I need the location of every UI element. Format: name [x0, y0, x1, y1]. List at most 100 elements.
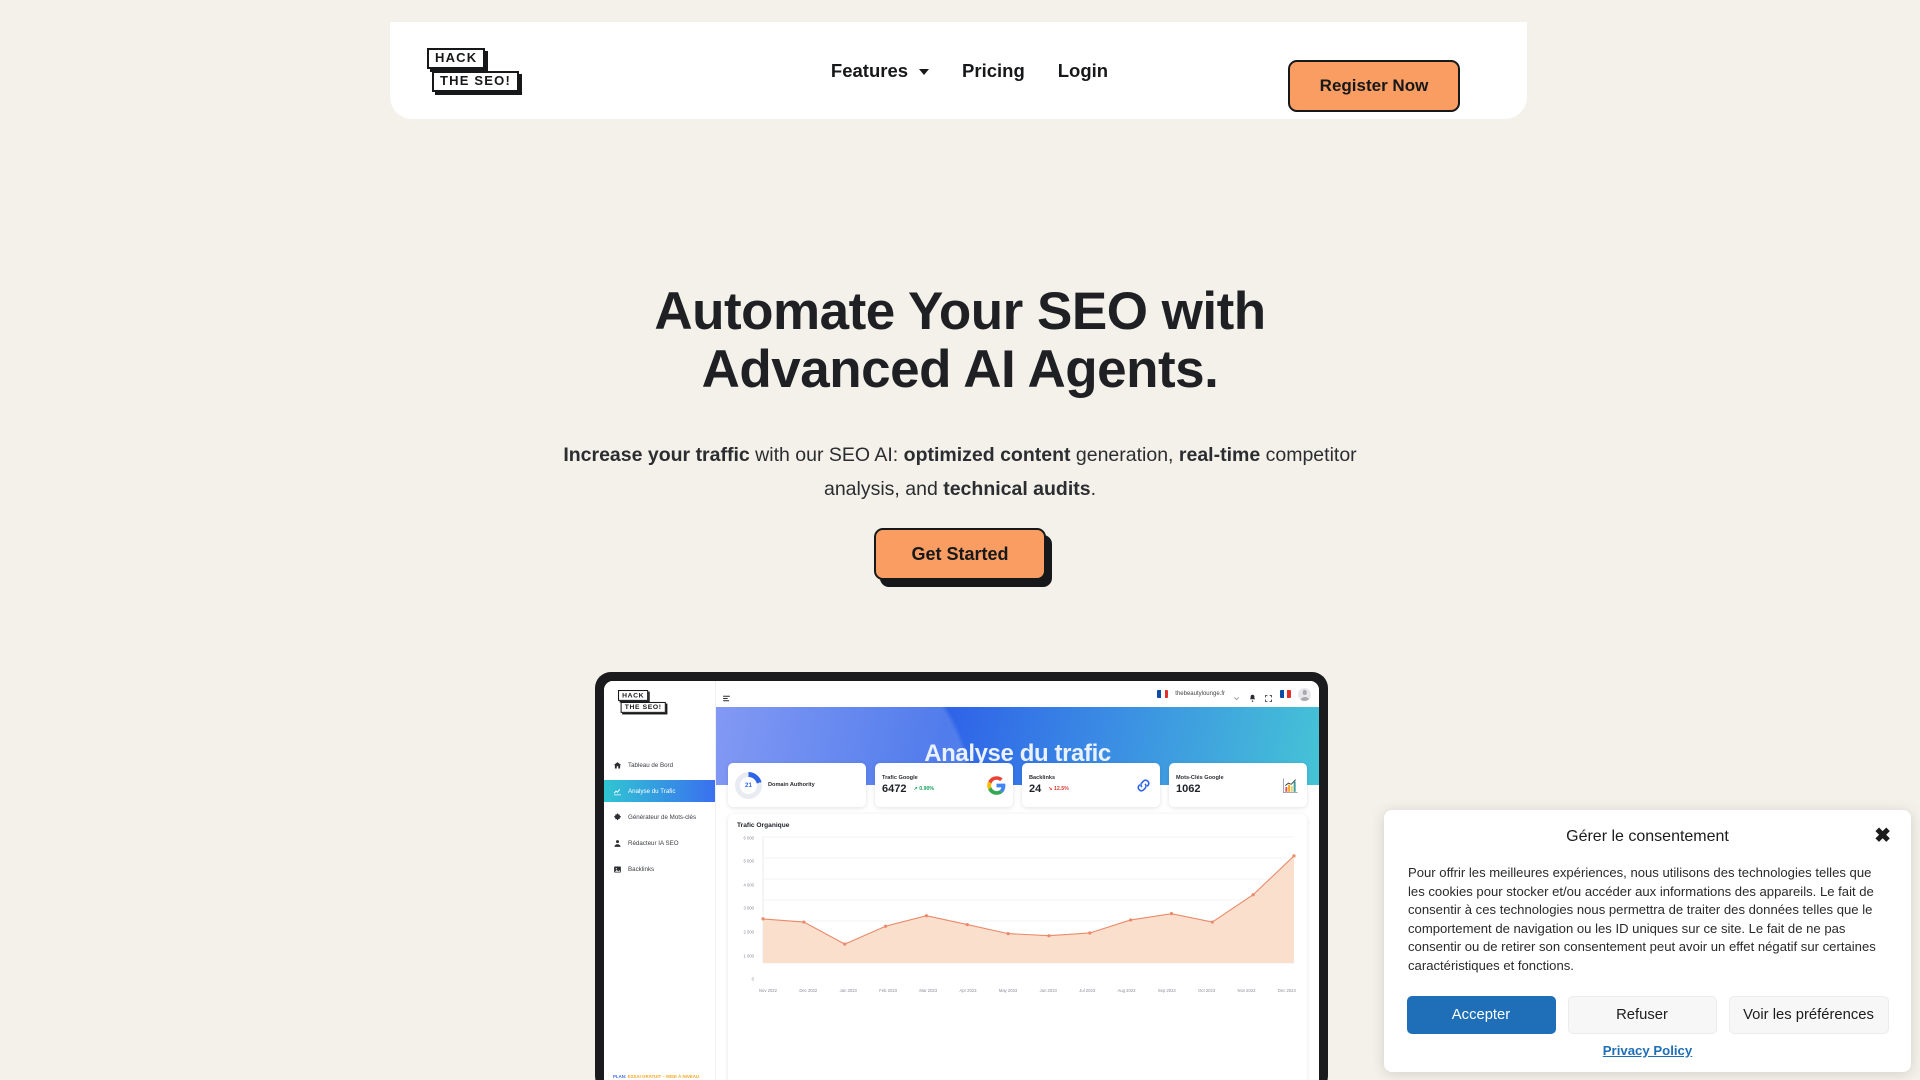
nav-item-login[interactable]: Login — [1058, 60, 1108, 82]
close-icon[interactable]: ✖ — [1874, 826, 1891, 846]
chart-data-point — [1292, 854, 1296, 858]
chart-x-tick: Nov 2023 — [1237, 988, 1256, 993]
nav-item-features[interactable]: Features — [830, 59, 930, 82]
chart-y-tick: 2 000 — [743, 929, 754, 935]
site-selector-label[interactable]: thebeautylounge.fr — [1175, 691, 1225, 697]
language-flag-icon[interactable] — [1280, 690, 1291, 698]
cookie-consent-body: Pour offrir les meilleures expériences, … — [1408, 865, 1876, 973]
fullscreen-icon[interactable] — [1264, 690, 1273, 702]
chart-y-tick: 6 000 — [743, 835, 754, 840]
refuse-button[interactable]: Refuser — [1567, 995, 1717, 1034]
dashboard-main: thebeautylounge.fr Analyse du trafic 21 … — [716, 681, 1319, 1080]
dashboard-logo[interactable]: HACK THE SEO! — [618, 690, 668, 713]
chart-data-point — [761, 917, 765, 921]
chart-x-tick: Mar 2023 — [919, 988, 938, 993]
kpi-value-2: 24 — [1029, 783, 1042, 795]
kpi-card-domain-authority[interactable]: 21 Domain Authority — [728, 763, 866, 807]
nav-item-pricing[interactable]: Pricing — [962, 60, 1025, 82]
chart-x-tick: Jul 2023 — [1079, 988, 1096, 993]
kpi-value-0: 21 — [745, 781, 752, 789]
sidebar-item-generateur-de-mots-cles[interactable]: Générateur de Mots-clés — [604, 806, 715, 828]
dashboard-logo-line-1: HACK — [618, 690, 649, 701]
chart-line-icon — [613, 787, 622, 796]
chart-data-point — [924, 914, 929, 918]
dashboard-topbar-right: thebeautylounge.fr — [1157, 687, 1311, 702]
site-header: HACK THE SEO! Features Pricing Login Reg… — [390, 22, 1527, 119]
get-started-button[interactable]: Get Started — [874, 528, 1046, 580]
image-icon — [613, 865, 622, 874]
hero-subtitle-part-1: with our SEO AI: — [749, 444, 904, 466]
chart-data-point — [843, 942, 847, 946]
kpi-value-1: 6472 — [882, 783, 907, 795]
plan-upgrade-note[interactable]: PLAN: ESSAI GRATUIT – MISE À NIVEAU MAIN… — [613, 1074, 709, 1080]
chart-title: Trafic Organique — [737, 822, 790, 829]
register-now-button[interactable]: Register Now — [1288, 60, 1460, 112]
chart-data-point — [1047, 934, 1051, 938]
hero-subtitle-part-7: . — [1090, 478, 1097, 500]
chart-x-tick: Dec 2022 — [799, 988, 818, 993]
chart-data-point — [1210, 920, 1214, 924]
accept-button[interactable]: Accepter — [1406, 995, 1556, 1034]
kpi-label-2: Backlinks — [1029, 775, 1056, 781]
nav-label-pricing: Pricing — [962, 59, 1025, 81]
dashboard-screen: HACK THE SEO! Tableau de Bord Analyse du… — [604, 681, 1319, 1080]
plan-prefix: PLAN: — [613, 1074, 627, 1079]
sidebar-label-2: Générateur de Mots-clés — [628, 813, 697, 821]
chart-x-tick: Dec 2023 — [1277, 988, 1296, 993]
chart-area-fill — [763, 855, 1294, 963]
cookie-consent-title: Gérer le consentement — [1566, 828, 1729, 845]
chart-y-tick: 1 000 — [743, 953, 754, 959]
hero-subtitle-part-2: optimized content — [903, 444, 1071, 466]
chart-x-tick: Aug 2023 — [1117, 988, 1136, 993]
puzzle-icon — [613, 812, 622, 822]
sidebar-item-analyse-du-trafic[interactable]: Analyse du Trafic — [604, 780, 715, 802]
sidebar-label-0: Tableau de Bord — [628, 761, 674, 769]
cookie-consent-title-row: Gérer le consentement ✖ — [1408, 826, 1891, 858]
cookie-consent-actions: Accepter Refuser Voir les préférences — [1406, 995, 1889, 1034]
chart-y-tick: 0 — [751, 976, 754, 982]
chart-x-tick: Sep 2023 — [1157, 988, 1176, 993]
dashboard-sidebar-items: Tableau de Bord Analyse du Trafic Généra… — [604, 754, 715, 880]
avatar[interactable] — [1298, 687, 1311, 701]
kpi-card-mots-cles-google[interactable]: Mots-Clés Google 1062 — [1169, 763, 1307, 807]
view-preferences-button[interactable]: Voir les préférences — [1728, 995, 1889, 1034]
chart-x-tick: Jun 2023 — [1039, 988, 1057, 993]
chart-y-tick: 3 000 — [743, 905, 754, 911]
kpi-delta-1: ↗ 0.90% — [913, 786, 934, 792]
chart-x-tick: Oct 2023 — [1198, 988, 1216, 993]
hero-subtitle-part-0: Increase your traffic — [563, 444, 750, 466]
privacy-policy-row: Privacy Policy — [1408, 1042, 1887, 1060]
kpi-cards: 21 Domain Authority Trafic Google 6472 ↗… — [728, 763, 1307, 807]
nav-label-features: Features — [830, 59, 909, 81]
hamburger-icon[interactable] — [722, 690, 731, 701]
chart-x-tick: Feb 2023 — [879, 988, 897, 993]
chart-x-tick: May 2023 — [998, 988, 1018, 993]
bell-icon[interactable] — [1248, 690, 1257, 702]
chart-data-point — [802, 920, 806, 924]
page-title: Automate Your SEO with Advanced AI Agent… — [410, 283, 1510, 399]
sidebar-item-tableau-de-bord[interactable]: Tableau de Bord — [604, 754, 715, 776]
kpi-card-trafic-google[interactable]: Trafic Google 6472 ↗ 0.90% — [875, 763, 1013, 807]
bar-chart-icon — [1281, 776, 1300, 795]
sidebar-item-redacteur-ia-seo[interactable]: Rédacteur IA SEO — [604, 832, 715, 854]
kpi-value-3: 1062 — [1176, 783, 1201, 795]
traffic-chart-card: Trafic Organique Nov 2022 Dec 2022 Jan 202… — [728, 814, 1307, 1080]
product-screenshot-mockup: HACK THE SEO! Tableau de Bord Analyse du… — [595, 672, 1328, 1080]
kpi-label-0: Domain Authority — [768, 782, 815, 788]
donut-gauge-icon: 21 — [735, 771, 762, 799]
chart-data-point — [883, 924, 888, 928]
hero-subtitle-part-6: technical audits — [943, 478, 1091, 500]
kpi-card-backlinks[interactable]: Backlinks 24 ↘ 12.5% — [1022, 763, 1160, 807]
home-icon — [613, 761, 622, 770]
chart-data-point — [1251, 893, 1255, 897]
chart-y-tick: 4 000 — [743, 882, 754, 888]
hero-title-line-2: Advanced AI Agents. — [701, 340, 1219, 399]
france-flag-icon — [1157, 690, 1169, 698]
chevron-down-icon[interactable] — [1232, 690, 1241, 700]
cookie-consent-dialog: Gérer le consentement ✖ Pour offrir les … — [1384, 810, 1911, 1072]
dashboard-sidebar: HACK THE SEO! Tableau de Bord Analyse du… — [604, 681, 716, 1080]
page-root: HACK THE SEO! Features Pricing Login Reg… — [0, 0, 1920, 1080]
sidebar-item-backlinks[interactable]: Backlinks — [604, 858, 715, 880]
hero-subtitle-part-4: real-time — [1178, 444, 1261, 466]
privacy-policy-link[interactable]: Privacy Policy — [1603, 1043, 1692, 1058]
